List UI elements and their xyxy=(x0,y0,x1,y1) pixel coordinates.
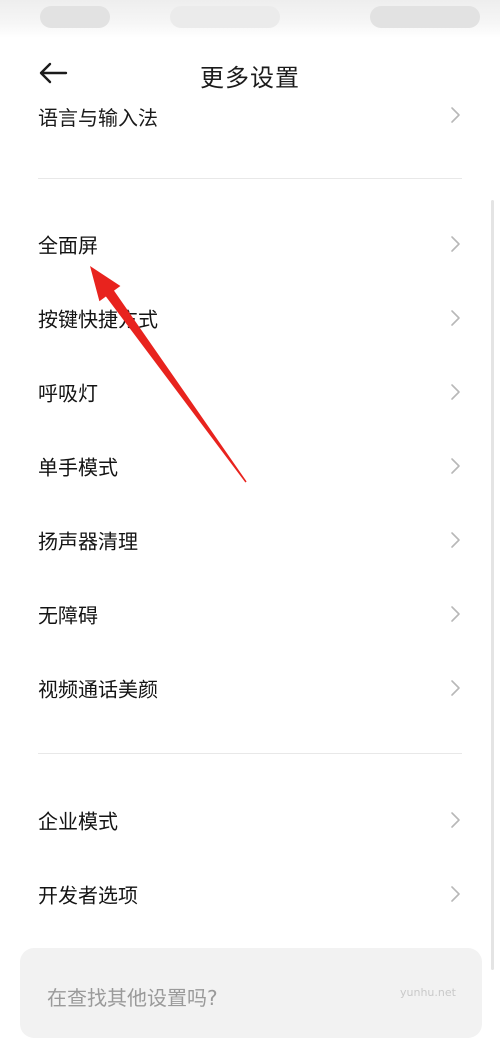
search-hint: 在查找其他设置吗? xyxy=(47,986,218,1010)
row-enterprise-mode[interactable]: 企业模式 xyxy=(0,783,500,857)
page-title: 更多设置 xyxy=(200,64,300,92)
row-label: 企业模式 xyxy=(38,809,118,834)
row-label: 语言与输入法 xyxy=(38,106,158,130)
row-language-input[interactable]: 语言与输入法 xyxy=(0,98,500,130)
row-label: 扬声器清理 xyxy=(38,529,138,554)
row-button-shortcuts[interactable]: 按键快捷方式 xyxy=(0,281,500,355)
chevron-right-icon xyxy=(450,885,462,903)
chevron-right-icon xyxy=(450,457,462,475)
row-full-screen[interactable]: 全面屏 xyxy=(0,207,500,281)
row-speaker-cleaning[interactable]: 扬声器清理 xyxy=(0,503,500,577)
row-label: 单手模式 xyxy=(38,455,118,480)
chevron-right-icon xyxy=(450,811,462,829)
row-label: 视频通话美颜 xyxy=(38,677,158,702)
chevron-right-icon xyxy=(450,605,462,623)
chevron-right-icon xyxy=(450,679,462,697)
scrollbar[interactable] xyxy=(491,200,494,970)
row-developer-options[interactable]: 开发者选项 xyxy=(0,857,500,931)
row-label: 全面屏 xyxy=(38,233,98,258)
chevron-right-icon xyxy=(450,309,462,327)
row-label: 开发者选项 xyxy=(38,883,138,908)
divider xyxy=(38,178,462,179)
watermark: yunhu.net xyxy=(400,986,456,999)
status-bar xyxy=(0,0,500,38)
row-label: 呼吸灯 xyxy=(38,381,98,406)
row-one-hand-mode[interactable]: 单手模式 xyxy=(0,429,500,503)
chevron-right-icon xyxy=(450,383,462,401)
chevron-right-icon xyxy=(450,531,462,549)
chevron-right-icon xyxy=(450,235,462,253)
row-label: 无障碍 xyxy=(38,603,98,628)
chevron-right-icon xyxy=(450,106,462,124)
row-label: 按键快捷方式 xyxy=(38,307,158,332)
divider xyxy=(38,753,462,754)
row-accessibility[interactable]: 无障碍 xyxy=(0,577,500,651)
row-breathing-light[interactable]: 呼吸灯 xyxy=(0,355,500,429)
row-video-call-beauty[interactable]: 视频通话美颜 xyxy=(0,651,500,725)
